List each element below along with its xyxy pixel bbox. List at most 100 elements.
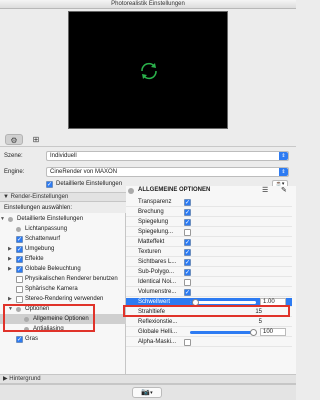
chevron-updown-icon: ⇕: [279, 168, 288, 176]
prop-label: Brechung: [138, 209, 164, 215]
list-view-icon[interactable]: ☰: [262, 186, 268, 194]
detailed-settings-checkbox[interactable]: ✓: [46, 181, 53, 188]
prop-row: Sub-Polygo... ✓: [126, 268, 292, 277]
tree-item-checkbox[interactable]: [16, 286, 23, 293]
slider-fill: [190, 331, 253, 334]
scene-select[interactable]: Individuell ⇕: [46, 151, 289, 161]
layout-icon: ⊞: [32, 135, 40, 144]
bullet-icon: [16, 227, 21, 232]
bottom-bar: 📷▾: [0, 384, 296, 400]
tree-item-label: Umgebung: [25, 246, 55, 252]
bullet-icon: [8, 217, 13, 222]
props-header: ALLGEMEINE OPTIONEN: [138, 187, 211, 193]
chevron-updown-icon: ⇕: [279, 152, 288, 160]
prop-checkbox[interactable]: ✓: [184, 249, 191, 256]
prop-label: Identical Noi...: [138, 279, 177, 285]
tree-item[interactable]: ✓ Schattenwurf: [0, 234, 126, 244]
tree-item-label: Gras: [25, 336, 39, 342]
prop-label: Spiegelung: [138, 219, 169, 225]
scene-value: Individuell: [50, 153, 77, 159]
slider-track[interactable]: [190, 329, 257, 336]
render-preview: [68, 11, 228, 129]
prop-row: Identical Noi...: [126, 278, 292, 287]
tree-item-label: Detaillierte Einstellungen: [17, 216, 84, 222]
tree-item-checkbox[interactable]: [16, 296, 23, 303]
tree-item-checkbox[interactable]: [16, 276, 23, 283]
prop-label: Sichtbares L...: [138, 259, 177, 265]
tree-item[interactable]: ▶ ✓ Effekte: [0, 254, 126, 264]
prop-checkbox[interactable]: ✓: [184, 209, 191, 216]
background-header[interactable]: ▶ Hintergrund: [0, 374, 296, 384]
tree-item[interactable]: Physikalischen Renderer benutzen: [0, 274, 126, 284]
edit-icon[interactable]: ✎: [281, 186, 287, 194]
tree-item-checkbox[interactable]: ✓: [16, 256, 23, 263]
prop-label: Volumenstre...: [138, 289, 177, 295]
global-brightness-row: Globale Helli... 100: [126, 328, 292, 337]
reflection-depth-row: Reflexionstie... 5: [126, 318, 292, 327]
chevron-right-icon[interactable]: ▶: [8, 254, 12, 264]
chevron-down-icon[interactable]: ▼: [0, 214, 5, 224]
prop-checkbox[interactable]: ✓: [184, 289, 191, 296]
tree-item-checkbox[interactable]: ✓: [16, 246, 23, 253]
tree-item-checkbox[interactable]: ✓: [16, 336, 23, 343]
scene-label: Szene:: [4, 153, 23, 159]
prop-checkbox[interactable]: [184, 229, 191, 236]
section-dot-icon: [128, 188, 134, 194]
value-field[interactable]: 100: [260, 328, 286, 336]
engine-select[interactable]: CineRender von MAXON ⇕: [46, 167, 289, 177]
chevron-right-icon[interactable]: ▶: [8, 264, 12, 274]
tree-header: Einstellungen auswählen:: [4, 205, 73, 211]
prop-checkbox[interactable]: ✓: [184, 199, 191, 206]
reflection-depth-value[interactable]: 5: [259, 318, 262, 327]
tree-item[interactable]: ✓ Gras: [0, 334, 126, 344]
window-title: Photorealistik Einstellungen: [0, 0, 296, 9]
tab-layout[interactable]: ⊞: [27, 134, 45, 145]
tree-item-checkbox[interactable]: ✓: [16, 236, 23, 243]
engine-value: CineRender von MAXON: [50, 169, 118, 175]
alpha-mask-row: Alpha-Maski...: [126, 338, 292, 347]
tree-item[interactable]: ▼ Detaillierte Einstellungen: [0, 214, 126, 224]
prop-checkbox[interactable]: ✓: [184, 269, 191, 276]
tab-settings[interactable]: ⚙: [5, 134, 23, 145]
tree-item[interactable]: Sphärische Kamera: [0, 284, 126, 294]
prop-label: Alpha-Maski...: [138, 339, 177, 345]
prop-row: Matteffekt ✓: [126, 238, 292, 247]
camera-icon: 📷: [141, 389, 151, 396]
slider-track[interactable]: [190, 299, 256, 306]
prop-checkbox[interactable]: [184, 279, 191, 286]
prop-checkbox[interactable]: [184, 339, 191, 346]
tree-item[interactable]: ▶ ✓ Umgebung: [0, 244, 126, 254]
prop-row: Sichtbares L... ✓: [126, 258, 292, 267]
tree-item[interactable]: ▶ ✓ Globale Beleuchtung: [0, 264, 126, 274]
prop-row: Volumenstre... ✓: [126, 288, 292, 297]
tree-item-label: Stereo-Rendering verwenden: [25, 296, 104, 302]
prop-checkbox[interactable]: ✓: [184, 219, 191, 226]
chevron-right-icon[interactable]: ▶: [8, 244, 12, 254]
prop-label: Matteffekt: [138, 239, 165, 245]
tree-item[interactable]: ▶ Stereo-Rendering verwenden: [0, 294, 126, 304]
prop-checkbox[interactable]: ✓: [184, 259, 191, 266]
properties-panel: ALLGEMEINE OPTIONEN ☰ ✎ Transparenz ✓ Brec…: [126, 186, 296, 390]
detailed-settings-label: Detaillierte Einstellungen: [56, 181, 123, 187]
tab-bar: ⚙ ⊞: [0, 133, 296, 147]
chevron-right-icon[interactable]: ▶: [8, 294, 12, 304]
tree-item-label: Physikalischen Renderer benutzen: [25, 276, 118, 282]
slider-knob[interactable]: [249, 329, 257, 336]
prop-label: Spiegelung...: [138, 229, 174, 235]
tree-item-checkbox[interactable]: ✓: [16, 266, 23, 273]
prop-label: Reflexionstie...: [138, 319, 178, 325]
render-button[interactable]: 📷▾: [132, 387, 162, 398]
gear-icon: ⚙: [10, 136, 18, 145]
prop-row: Texturen ✓: [126, 248, 292, 257]
prop-checkbox[interactable]: ✓: [184, 239, 191, 246]
tree-item[interactable]: Lichtanpassung: [0, 224, 126, 234]
prop-row: Transparenz ✓: [126, 198, 292, 207]
chevron-down-icon: ▾: [150, 390, 153, 396]
highlight-threshold: [123, 305, 290, 317]
prop-label: Globale Helli...: [138, 329, 178, 335]
prop-label: Sub-Polygo...: [138, 269, 175, 275]
tree-item-label: Sphärische Kamera: [25, 286, 78, 292]
prop-row: Brechung ✓: [126, 208, 292, 217]
background-title: Hintergrund: [9, 376, 41, 382]
prop-row: Spiegelung...: [126, 228, 292, 237]
